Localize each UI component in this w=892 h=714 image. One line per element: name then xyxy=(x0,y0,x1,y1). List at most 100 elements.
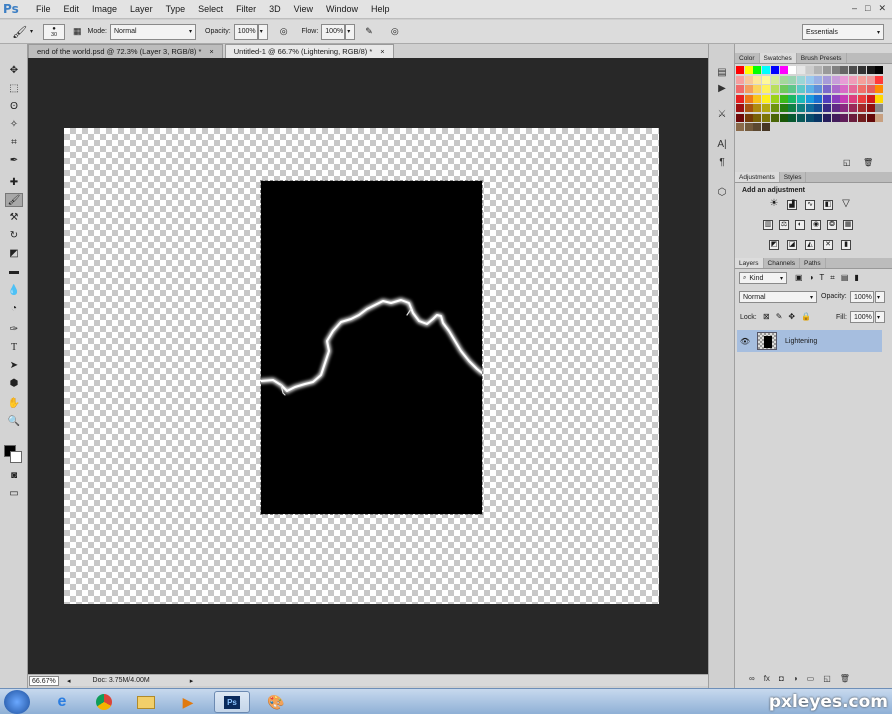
swatch-cell[interactable] xyxy=(770,113,779,122)
swatch-cell[interactable] xyxy=(831,75,840,84)
lock-all-icon[interactable]: 🔒 xyxy=(801,312,811,321)
swatch-cell[interactable] xyxy=(762,113,771,122)
swatch-cell[interactable] xyxy=(779,66,788,74)
menu-image[interactable]: Image xyxy=(90,4,119,14)
smart-filter-icon[interactable]: ▤ xyxy=(841,273,849,283)
new-swatch-icon[interactable]: ◱ xyxy=(843,158,851,167)
swatch-cell[interactable] xyxy=(831,104,840,112)
swatch-cell[interactable] xyxy=(805,113,814,122)
tab-brush-presets[interactable]: Brush Presets xyxy=(797,53,847,63)
screen-mode-icon[interactable]: ▭ xyxy=(5,487,23,501)
mode-select[interactable]: Normal ▾ xyxy=(110,23,196,40)
start-button[interactable] xyxy=(4,690,30,714)
swatch-cell[interactable] xyxy=(823,85,831,93)
swatch-cell[interactable] xyxy=(788,94,797,103)
swatch-cell[interactable] xyxy=(831,85,840,93)
delete-swatch-icon[interactable]: 🗑 xyxy=(863,158,873,167)
zoom-level-field[interactable]: 66.67% xyxy=(29,675,59,686)
brightness-contrast-icon[interactable]: ☀ xyxy=(769,199,779,210)
flow-input[interactable]: 100% xyxy=(321,23,346,40)
fill-dropdown[interactable]: ▾ xyxy=(875,311,885,323)
swatch-cell[interactable] xyxy=(814,66,823,74)
swatch-cell[interactable] xyxy=(762,85,771,93)
swatch-cell[interactable] xyxy=(805,85,814,93)
swatch-cell[interactable] xyxy=(814,94,823,103)
layer-opacity-dropdown[interactable]: ▾ xyxy=(875,291,885,303)
taskbar-chrome-button[interactable] xyxy=(86,691,122,713)
swatch-cell[interactable] xyxy=(762,104,771,112)
swatch-cell[interactable] xyxy=(744,85,753,93)
swatch-cell[interactable] xyxy=(753,66,762,74)
swatch-cell[interactable] xyxy=(805,94,814,103)
swatch-grid[interactable] xyxy=(736,66,886,134)
move-tool-icon[interactable]: ✥ xyxy=(5,64,23,78)
pen-tool-icon[interactable]: ✑ xyxy=(5,323,23,337)
swatch-cell[interactable] xyxy=(823,104,831,112)
gradient-map-icon[interactable]: ▮ xyxy=(841,240,851,250)
swatch-cell[interactable] xyxy=(857,66,866,74)
close-icon[interactable]: × xyxy=(380,45,384,59)
swatch-cell[interactable] xyxy=(840,85,849,93)
selective-color-icon[interactable]: ✕ xyxy=(823,240,833,250)
swatch-cell[interactable] xyxy=(805,66,814,74)
shape-filter-icon[interactable]: ⌗ xyxy=(830,273,835,283)
swatch-cell[interactable] xyxy=(762,94,771,103)
taskbar-ie-button[interactable]: e xyxy=(44,691,80,713)
swatch-cell[interactable] xyxy=(866,113,875,122)
type-filter-icon[interactable]: T xyxy=(819,273,824,283)
crop-tool-icon[interactable]: ⌗ xyxy=(5,136,23,150)
swatch-cell[interactable] xyxy=(744,113,753,122)
menu-help[interactable]: Help xyxy=(369,4,392,14)
tab-swatches[interactable]: Swatches xyxy=(759,53,797,63)
swatch-cell[interactable] xyxy=(762,75,771,84)
eyedropper-tool-icon[interactable]: ✒ xyxy=(5,154,23,168)
taskbar-explorer-button[interactable] xyxy=(128,691,164,713)
swatch-cell[interactable] xyxy=(840,113,849,122)
swatch-cell[interactable] xyxy=(796,104,805,112)
layer-row-lightening[interactable]: 👁 Lightening xyxy=(737,330,882,352)
swatch-cell[interactable] xyxy=(866,66,875,74)
flow-dropdown[interactable]: ▾ xyxy=(345,23,356,40)
swatch-cell[interactable] xyxy=(840,104,849,112)
3d-panel-icon[interactable]: ⬡ xyxy=(715,186,729,200)
tab-color[interactable]: Color xyxy=(735,53,760,63)
color-balance-icon[interactable]: ⚖ xyxy=(779,220,789,230)
swatch-cell[interactable] xyxy=(857,94,866,103)
status-menu-arrow-icon[interactable]: ▸ xyxy=(190,677,194,685)
character-panel-icon[interactable]: A| xyxy=(715,138,729,152)
layer-opacity-input[interactable]: 100% xyxy=(850,291,874,303)
swatch-cell[interactable] xyxy=(814,75,823,84)
swatch-cell[interactable] xyxy=(849,94,858,103)
curves-icon[interactable]: ∿ xyxy=(805,200,815,210)
swatch-cell[interactable] xyxy=(823,94,831,103)
swatch-cell[interactable] xyxy=(805,75,814,84)
workspace-select[interactable]: Essentials ▾ xyxy=(802,24,884,40)
eraser-tool-icon[interactable]: ◩ xyxy=(5,247,23,261)
swatch-cell[interactable] xyxy=(779,104,788,112)
swatch-cell[interactable] xyxy=(736,85,744,93)
menu-type[interactable]: Type xyxy=(164,4,188,14)
lock-pixels-icon[interactable]: ✎ xyxy=(776,312,783,321)
swatch-cell[interactable] xyxy=(770,66,779,74)
hue-saturation-icon[interactable]: ▥ xyxy=(763,220,773,230)
swatch-cell[interactable] xyxy=(840,66,849,74)
new-adjustment-icon[interactable]: ◑ xyxy=(793,674,798,683)
swatch-cell[interactable] xyxy=(875,94,884,103)
threshold-icon[interactable]: ◭ xyxy=(805,240,815,250)
posterize-icon[interactable]: ◪ xyxy=(787,240,797,250)
hand-tool-icon[interactable]: ✋ xyxy=(5,397,23,411)
tool-presets-icon[interactable]: ⚔ xyxy=(715,108,729,122)
lock-transparent-icon[interactable]: ⊠ xyxy=(763,312,770,321)
fill-input[interactable]: 100% xyxy=(850,311,874,323)
link-layers-icon[interactable]: ∞ xyxy=(749,674,755,683)
swatch-cell[interactable] xyxy=(875,113,884,122)
swatch-cell[interactable] xyxy=(840,75,849,84)
swatch-cell[interactable] xyxy=(770,85,779,93)
photo-filter-icon[interactable]: ◉ xyxy=(811,220,821,230)
pressure-size-icon[interactable]: ◎ xyxy=(391,26,399,37)
swatch-cell[interactable] xyxy=(875,66,884,74)
swatch-cell[interactable] xyxy=(831,66,840,74)
pressure-opacity-icon[interactable]: ◎ xyxy=(280,26,288,37)
swatch-cell[interactable] xyxy=(788,75,797,84)
swatch-cell[interactable] xyxy=(744,123,753,131)
